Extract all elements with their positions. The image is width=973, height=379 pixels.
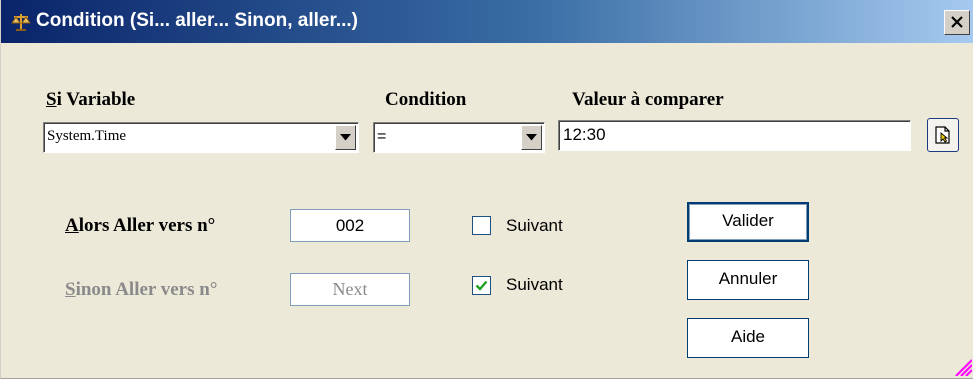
- browse-button[interactable]: [927, 118, 959, 152]
- else-next-label: Suivant: [506, 275, 563, 294]
- cancel-button-label: Annuler: [718, 269, 778, 288]
- compare-value-text: 12:30: [563, 125, 606, 144]
- scales-icon: [11, 12, 31, 32]
- close-button[interactable]: [944, 10, 970, 35]
- else-goto-label: Sinon Aller vers n°: [65, 278, 217, 302]
- then-goto-label-accel: A: [65, 215, 79, 236]
- resize-grip-icon[interactable]: [954, 358, 972, 376]
- title-bar: Condition (Si... aller... Sinon, aller..…: [1, 0, 973, 43]
- then-goto-input[interactable]: 002: [290, 209, 410, 242]
- compare-value-input[interactable]: 12:30: [558, 120, 911, 151]
- then-goto-label: Alors Aller vers n°: [65, 214, 215, 238]
- close-icon: [951, 16, 963, 28]
- condition-label: Condition: [385, 89, 467, 110]
- else-goto-label-rest: inon Aller vers n°: [75, 279, 218, 300]
- validate-button-label: Valider: [722, 211, 774, 230]
- condition-combobox[interactable]: =: [373, 122, 545, 153]
- else-next-checkbox[interactable]: [472, 276, 491, 295]
- variable-dropdown-button[interactable]: [335, 125, 356, 150]
- browse-icon: [935, 126, 950, 144]
- else-goto-value: Next: [332, 279, 368, 299]
- variable-combobox[interactable]: System.Time: [43, 122, 359, 153]
- window-title: Condition (Si... aller... Sinon, aller..…: [36, 10, 358, 31]
- then-goto-value: 002: [335, 216, 365, 235]
- variable-combobox-value: System.Time: [47, 128, 127, 144]
- chevron-down-icon: [340, 134, 351, 141]
- help-button[interactable]: Aide: [687, 318, 809, 358]
- help-button-label: Aide: [730, 327, 766, 346]
- then-next-label: Suivant: [506, 216, 563, 235]
- then-goto-label-rest: lors Aller vers n°: [78, 215, 216, 236]
- condition-dropdown-button[interactable]: [521, 125, 542, 150]
- validate-button[interactable]: Valider: [687, 202, 809, 242]
- then-next-checkbox[interactable]: [472, 216, 491, 235]
- chevron-down-icon: [526, 134, 537, 141]
- variable-label: Si Variable: [46, 88, 135, 112]
- variable-label-accel: S: [46, 89, 57, 110]
- cancel-button[interactable]: Annuler: [687, 260, 809, 300]
- else-goto-input: Next: [290, 273, 410, 306]
- variable-label-rest: i Variable: [56, 89, 136, 110]
- checkmark-icon: [475, 280, 488, 291]
- else-goto-label-accel: S: [65, 279, 76, 300]
- condition-combobox-value: =: [377, 128, 387, 145]
- condition-dialog: Condition (Si... aller... Sinon, aller..…: [0, 0, 973, 379]
- compare-value-label: Valeur à comparer: [572, 89, 724, 110]
